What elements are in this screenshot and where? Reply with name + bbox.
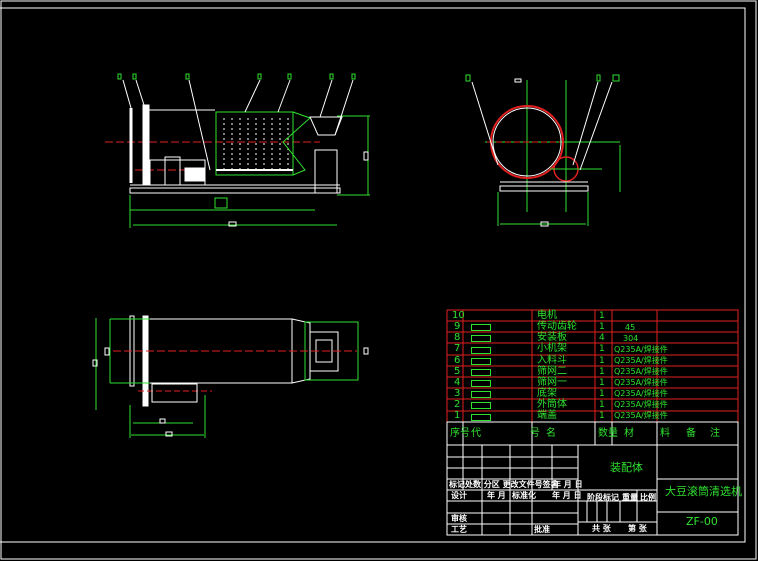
row-seq: 7 xyxy=(454,343,461,354)
row-name: 入料斗 xyxy=(537,355,567,366)
row-seq: 2 xyxy=(454,399,461,410)
top-view xyxy=(92,315,369,438)
code-box xyxy=(471,347,491,354)
row-material: Q235A/焊接件 xyxy=(614,356,668,365)
revision-header: 标记处数 分区 更改文件号签名 xyxy=(449,480,559,489)
row-seq: 3 xyxy=(454,388,461,399)
header-name-b: 名 xyxy=(546,428,556,439)
side-view xyxy=(465,74,621,227)
code-box xyxy=(471,358,491,365)
code-box xyxy=(471,391,491,398)
product-name: 大豆滚筒清选机 xyxy=(665,485,742,498)
code-box xyxy=(471,324,491,331)
design-label: 设计 xyxy=(451,491,467,500)
row-qty: 1 xyxy=(599,356,605,366)
row-seq: 6 xyxy=(454,355,461,366)
scale-label: 比例 xyxy=(640,493,656,502)
design-date: 年 月 xyxy=(487,491,506,500)
row-name: 筛网一 xyxy=(537,377,567,388)
header-material-b: 料 xyxy=(660,428,670,439)
code-box xyxy=(471,369,491,376)
row-qty: 1 xyxy=(599,411,605,421)
row-material: Q235A/焊接件 xyxy=(614,345,668,354)
drawing-number: ZF-00 xyxy=(686,515,718,528)
stage-mark-label: 阶段标记 xyxy=(587,493,619,502)
row-material: Q235A/焊接件 xyxy=(614,378,668,387)
weight-label: 重量 xyxy=(622,493,638,502)
row-qty: 1 xyxy=(599,344,605,354)
row-seq: 8 xyxy=(454,332,461,343)
revision-date: 年 月 日 xyxy=(553,480,583,489)
row-name: 电机 xyxy=(537,310,557,321)
row-qty: 1 xyxy=(599,311,605,321)
header-qty: 数量 xyxy=(598,428,618,439)
row-qty: 1 xyxy=(599,389,605,399)
header-note-a: 备 xyxy=(686,428,696,439)
row-seq: 4 xyxy=(454,377,461,388)
row-qty: 1 xyxy=(599,378,605,388)
standardization-date: 年 月 日 xyxy=(552,491,582,500)
row-name: 底架 xyxy=(537,388,557,399)
row-name: 安装板 xyxy=(537,332,567,343)
process-label: 工艺 xyxy=(451,525,467,534)
row-qty: 1 xyxy=(599,322,605,332)
row-material: Q235A/焊接件 xyxy=(614,400,668,409)
standardization-label: 标准化 xyxy=(512,491,536,500)
row-seq: 10 xyxy=(452,310,465,321)
header-name-a: 号 xyxy=(530,428,540,439)
outer-border xyxy=(0,0,757,560)
row-seq: 9 xyxy=(454,321,461,332)
sheets-total: 共 张 xyxy=(592,524,611,533)
row-qty: 1 xyxy=(599,367,605,377)
code-box xyxy=(471,414,491,421)
row-name: 外筒体 xyxy=(537,399,567,410)
row-material: Q235A/焊接件 xyxy=(614,367,668,376)
review-label: 审核 xyxy=(451,514,467,523)
cad-drawing-sheet: 10 电机 1 9 传动齿轮 1 45 8 安装板 4 304 7 小机架 1 … xyxy=(0,0,758,561)
row-material: Q235A/焊接件 xyxy=(614,389,668,398)
code-box xyxy=(471,380,491,387)
row-name: 传动齿轮 xyxy=(537,321,577,332)
header-seq: 序号 xyxy=(450,428,470,439)
header-note-b: 注 xyxy=(710,428,720,439)
header-code: 代 xyxy=(471,428,481,439)
row-material: 45 xyxy=(625,323,636,332)
row-name: 小机架 xyxy=(537,343,567,354)
row-material: Q235A/焊接件 xyxy=(614,411,668,420)
row-name: 筛网二 xyxy=(537,366,567,377)
row-name: 端盖 xyxy=(537,410,557,421)
row-seq: 5 xyxy=(454,366,461,377)
row-qty: 4 xyxy=(599,333,605,343)
code-box xyxy=(471,402,491,409)
row-qty: 1 xyxy=(599,400,605,410)
sheet-number: 第 张 xyxy=(628,524,647,533)
front-view xyxy=(105,73,370,228)
drawing-canvas xyxy=(0,0,757,560)
header-material-a: 材 xyxy=(624,428,634,439)
row-material: 304 xyxy=(623,334,639,343)
row-seq: 1 xyxy=(454,410,461,421)
assembly-label: 装配体 xyxy=(610,461,643,474)
approve-label: 批准 xyxy=(534,525,550,534)
code-box xyxy=(471,335,491,342)
